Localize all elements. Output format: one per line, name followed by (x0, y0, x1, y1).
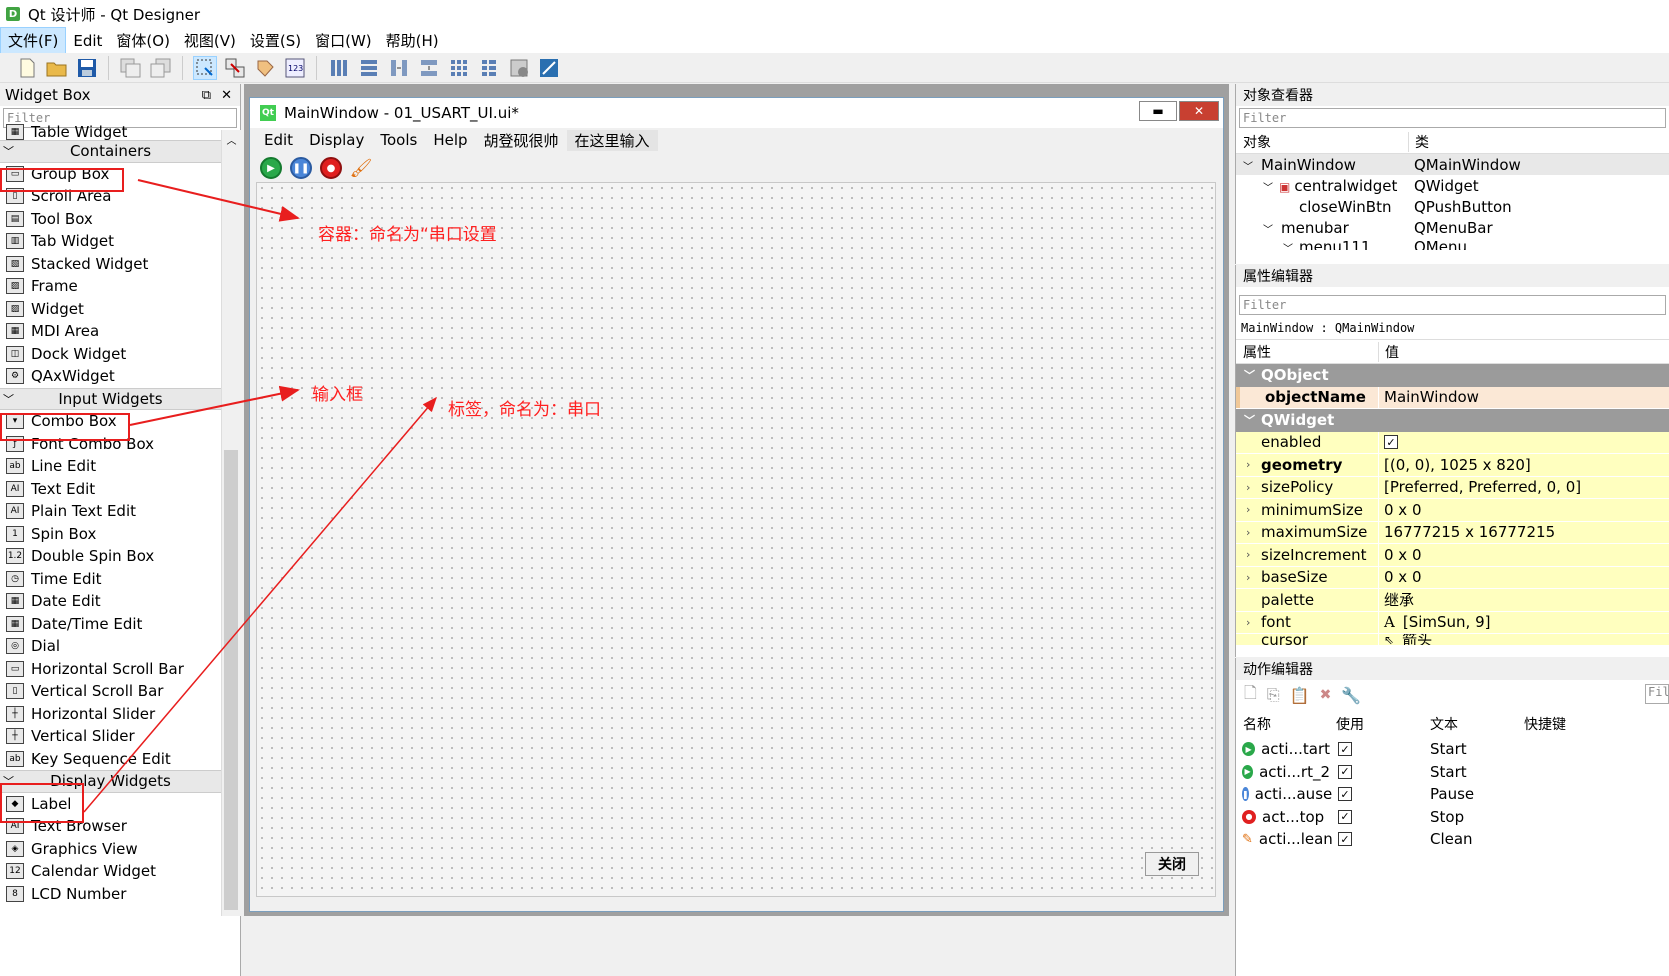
annotation-input: 输入框 (312, 385, 363, 405)
arrow-to-label-note (83, 396, 437, 813)
annotation-container: 容器：命名为“串口设置 (318, 225, 497, 245)
annotation-arrows (83, 179, 437, 813)
arrow-to-input-note (129, 385, 300, 426)
annotation-label: 标签，命名为：串口 (448, 400, 601, 420)
arrow-to-container-note (137, 179, 300, 222)
